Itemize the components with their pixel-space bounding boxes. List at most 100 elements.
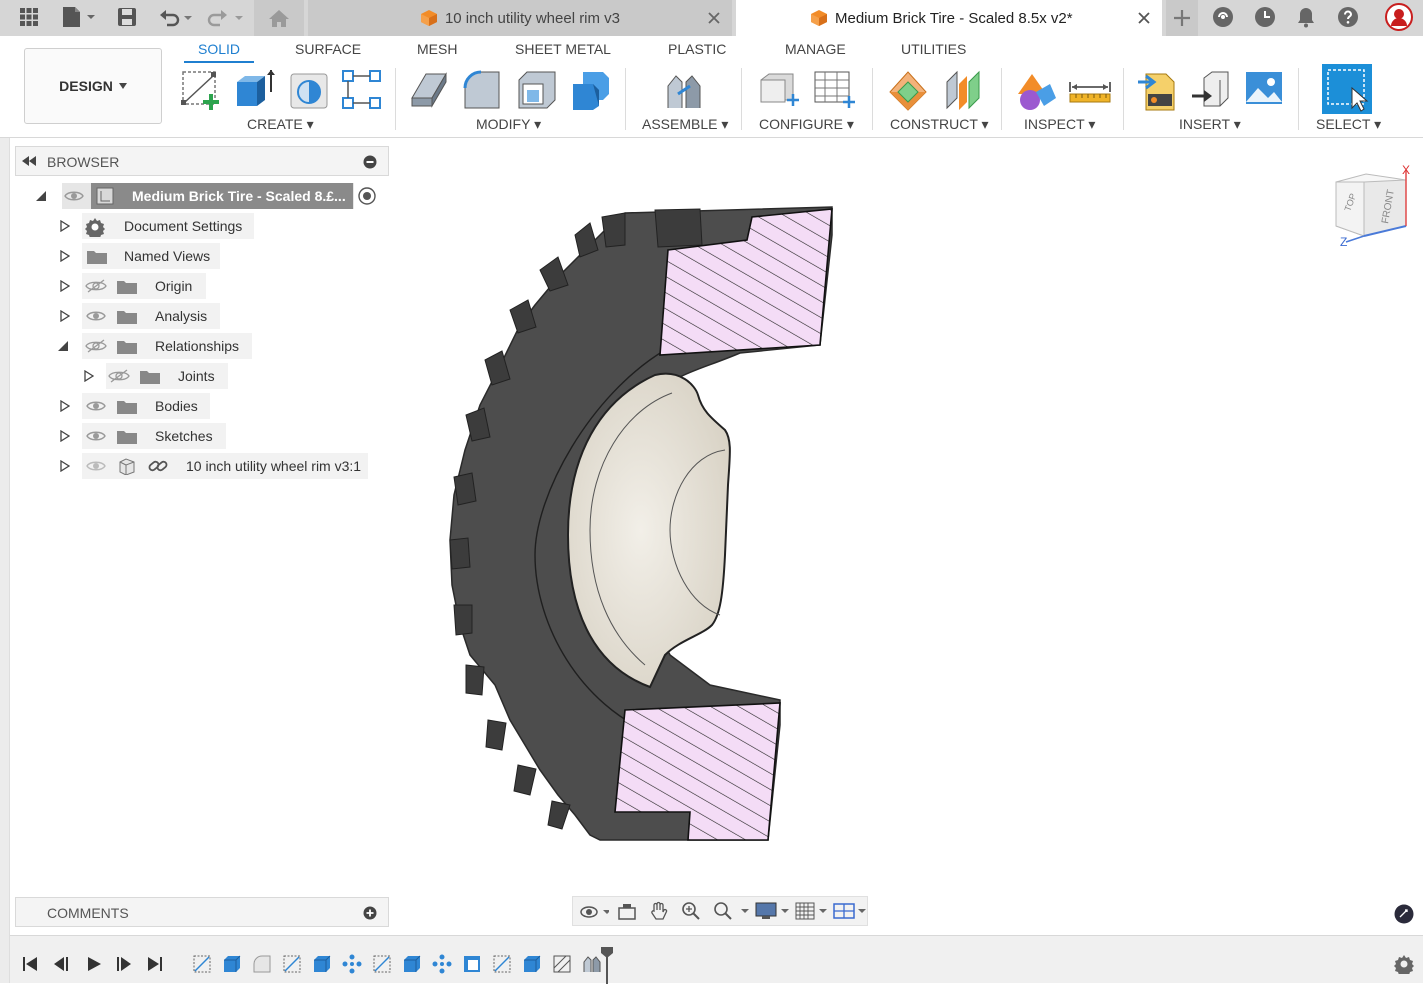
shell-icon[interactable]	[515, 68, 559, 112]
configuration-table-icon[interactable]	[811, 68, 855, 112]
combine-icon[interactable]	[569, 68, 613, 112]
orbit-icon[interactable]	[579, 902, 609, 922]
document-tab-wheel-rim[interactable]: 10 inch utility wheel rim v3	[308, 0, 732, 36]
job-status-icon[interactable]	[1252, 3, 1278, 31]
expand-triangle-icon[interactable]	[84, 370, 94, 382]
save-icon[interactable]	[115, 3, 139, 31]
hidden-eye-icon[interactable]	[85, 338, 107, 354]
tab-solid[interactable]: SOLID	[198, 41, 240, 57]
press-pull-icon[interactable]	[408, 68, 452, 112]
configure-icon[interactable]	[757, 68, 801, 112]
step-forward-icon[interactable]	[116, 956, 132, 972]
interference-icon[interactable]	[1014, 68, 1058, 112]
browser-item-linked-component[interactable]: 10 inch utility wheel rim v3:1	[58, 453, 370, 479]
hidden-eye-icon[interactable]	[108, 368, 130, 384]
step-back-icon[interactable]	[53, 956, 69, 972]
timeline-shell-icon[interactable]	[462, 954, 482, 974]
offset-plane-icon[interactable]	[886, 68, 930, 112]
collapse-panel-icon[interactable]	[22, 156, 36, 166]
midplane-icon[interactable]	[941, 68, 985, 112]
visibility-eye-icon[interactable]	[64, 188, 84, 204]
browser-item-relationships[interactable]: Relationships	[58, 333, 258, 359]
timeline-sketch-icon[interactable]	[492, 954, 512, 974]
new-tab-button[interactable]	[1166, 0, 1198, 36]
grid-settings-icon[interactable]	[795, 901, 829, 921]
timeline-extrude-icon[interactable]	[402, 954, 422, 974]
timeline-fillet-icon[interactable]	[252, 954, 272, 974]
extrude-icon[interactable]	[233, 68, 277, 112]
add-comment-icon[interactable]	[363, 906, 377, 920]
go-to-start-icon[interactable]	[22, 956, 38, 972]
expand-triangle-icon[interactable]	[60, 250, 70, 262]
home-tab[interactable]	[254, 0, 304, 36]
select-group-menu[interactable]: SELECT ▾	[1316, 116, 1381, 133]
tab-plastic[interactable]: PLASTIC	[668, 41, 726, 57]
pattern-icon[interactable]	[340, 68, 384, 112]
tab-mesh[interactable]: MESH	[417, 41, 457, 57]
timeline-pattern-icon[interactable]	[342, 954, 362, 974]
fillet-icon[interactable]	[461, 68, 505, 112]
create-group-menu[interactable]: CREATE ▾	[247, 116, 314, 133]
look-at-icon[interactable]	[617, 902, 637, 922]
browser-item-joints[interactable]: Joints	[82, 363, 232, 389]
timeline-joint-icon[interactable]	[582, 954, 602, 974]
visibility-eye-icon[interactable]	[86, 458, 106, 474]
create-sketch-icon[interactable]	[179, 68, 223, 112]
inspect-group-menu[interactable]: INSPECT ▾	[1024, 116, 1095, 133]
notifications-bell-icon[interactable]	[1294, 3, 1318, 31]
browser-item-sketches[interactable]: Sketches	[58, 423, 228, 449]
timeline-sketch-icon[interactable]	[372, 954, 392, 974]
timeline-section-icon[interactable]	[552, 954, 572, 974]
tab-manage[interactable]: MANAGE	[785, 41, 846, 57]
browser-root-row[interactable]: Medium Brick Tire - Scaled 8.£...	[36, 183, 386, 209]
play-icon[interactable]	[86, 956, 102, 972]
browser-item-origin[interactable]: Origin	[58, 273, 218, 299]
extensions-icon[interactable]	[1210, 3, 1236, 31]
app-grid-icon[interactable]	[14, 3, 44, 31]
tab-sheet-metal[interactable]: SHEET METAL	[515, 41, 611, 57]
timeline-sketch-icon[interactable]	[282, 954, 302, 974]
timeline-settings-gear-icon[interactable]	[1394, 954, 1414, 974]
construct-group-menu[interactable]: CONSTRUCT ▾	[890, 116, 989, 133]
browser-item-analysis[interactable]: Analysis	[58, 303, 228, 329]
revolve-icon[interactable]	[287, 68, 331, 112]
fit-window-icon[interactable]	[713, 901, 749, 921]
browser-item-bodies[interactable]: Bodies	[58, 393, 218, 419]
timeline-extrude-icon[interactable]	[312, 954, 332, 974]
user-avatar[interactable]	[1384, 3, 1414, 31]
comments-panel-header[interactable]: COMMENTS	[15, 897, 389, 927]
expand-triangle-icon[interactable]	[60, 220, 70, 232]
tab-utilities[interactable]: UTILITIES	[901, 41, 966, 57]
workspace-switcher-button[interactable]: DESIGN	[24, 48, 162, 124]
modify-group-menu[interactable]: MODIFY ▾	[476, 116, 541, 133]
timeline-extrude-icon[interactable]	[222, 954, 242, 974]
hidden-eye-icon[interactable]	[85, 278, 107, 294]
pan-hand-icon[interactable]	[649, 901, 669, 921]
insert-group-menu[interactable]: INSERT ▾	[1179, 116, 1241, 133]
timeline-sketch-icon[interactable]	[192, 954, 212, 974]
browser-item-named-views[interactable]: Named Views	[58, 243, 228, 269]
collapse-triangle-icon[interactable]	[36, 191, 46, 201]
viewcube-widget[interactable]: TOP FRONT X Z	[1326, 160, 1414, 248]
activate-radio-icon[interactable]	[358, 187, 376, 205]
expand-triangle-icon[interactable]	[60, 400, 70, 412]
display-settings-icon[interactable]	[755, 901, 789, 921]
zoom-icon[interactable]	[681, 901, 701, 921]
expand-triangle-icon[interactable]	[60, 460, 70, 472]
collapse-triangle-icon[interactable]	[58, 341, 68, 351]
timeline-marker[interactable]	[600, 946, 614, 984]
tab-surface[interactable]: SURFACE	[295, 41, 361, 57]
configure-group-menu[interactable]: CONFIGURE ▾	[759, 116, 854, 133]
visibility-eye-icon[interactable]	[86, 308, 106, 324]
help-icon[interactable]	[1335, 3, 1361, 31]
file-menu-icon[interactable]	[58, 3, 96, 31]
redo-icon[interactable]	[204, 3, 244, 31]
joint-icon[interactable]	[662, 68, 706, 112]
timeline-extrude-icon[interactable]	[522, 954, 542, 974]
canvas-image-icon[interactable]	[1243, 68, 1287, 112]
undo-icon[interactable]	[158, 3, 192, 31]
visibility-eye-icon[interactable]	[86, 398, 106, 414]
tire-section-model[interactable]	[440, 195, 860, 855]
visibility-eye-icon[interactable]	[86, 428, 106, 444]
text-commands-icon[interactable]	[1394, 904, 1414, 924]
